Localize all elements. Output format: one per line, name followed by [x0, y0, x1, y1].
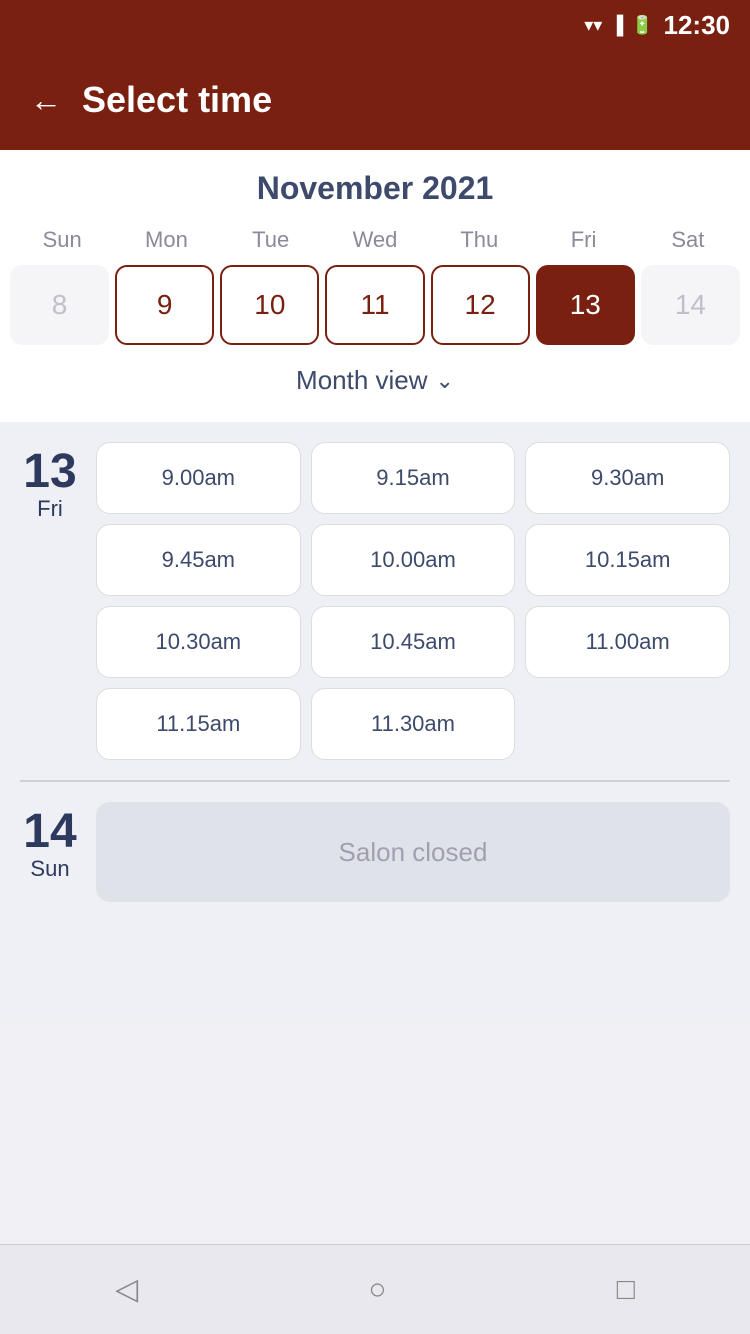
back-button[interactable]: ←: [30, 82, 62, 119]
day-14-name: Sun: [30, 856, 69, 882]
status-time: 12:30: [664, 10, 731, 41]
time-slot-1000[interactable]: 10.00am: [311, 524, 516, 596]
recent-nav-button[interactable]: □: [617, 1273, 635, 1307]
month-year-title: November 2021: [0, 170, 750, 207]
day-header-thu: Thu: [427, 223, 531, 257]
battery-icon: 🔋: [631, 15, 653, 36]
salon-closed-label: Salon closed: [339, 837, 488, 868]
day-header-sun: Sun: [10, 223, 114, 257]
home-nav-button[interactable]: ○: [368, 1273, 386, 1307]
day-cell-8[interactable]: 8: [10, 265, 109, 345]
day-headers: Sun Mon Tue Wed Thu Fri Sat: [0, 223, 750, 257]
day-13-label: 13 Fri: [20, 442, 80, 760]
day-13-name: Fri: [37, 496, 63, 522]
time-slot-900[interactable]: 9.00am: [96, 442, 301, 514]
time-slot-1115[interactable]: 11.15am: [96, 688, 301, 760]
day-cell-11[interactable]: 11: [325, 265, 424, 345]
status-icons: ▾▾ ▐ 🔋: [584, 15, 653, 36]
day-cell-14[interactable]: 14: [641, 265, 740, 345]
time-slot-1130[interactable]: 11.30am: [311, 688, 516, 760]
timeslots-section: 13 Fri 9.00am 9.15am 9.30am 9.45am 10.00…: [0, 422, 750, 1022]
month-view-label: Month view: [296, 365, 428, 396]
month-view-toggle[interactable]: Month view ⌄: [0, 353, 750, 412]
status-bar: ▾▾ ▐ 🔋 12:30: [0, 0, 750, 50]
day-13-number: 13: [23, 448, 76, 496]
page-title: Select time: [82, 79, 272, 121]
day-cell-12[interactable]: 12: [431, 265, 530, 345]
wifi-icon: ▾▾: [584, 15, 602, 36]
day-header-mon: Mon: [114, 223, 218, 257]
slots-grid-13: 9.00am 9.15am 9.30am 9.45am 10.00am 10.1…: [96, 442, 730, 760]
time-slot-1100[interactable]: 11.00am: [525, 606, 730, 678]
day-13-block: 13 Fri 9.00am 9.15am 9.30am 9.45am 10.00…: [20, 442, 730, 760]
calendar-section: November 2021 Sun Mon Tue Wed Thu Fri Sa…: [0, 150, 750, 422]
salon-closed-box: Salon closed: [96, 802, 730, 902]
day-header-fri: Fri: [531, 223, 635, 257]
chevron-down-icon: ⌄: [436, 368, 454, 394]
day-14-block: 14 Sun Salon closed: [20, 802, 730, 902]
time-slot-1030[interactable]: 10.30am: [96, 606, 301, 678]
back-nav-button[interactable]: ◁: [115, 1272, 138, 1307]
section-divider: [20, 780, 730, 782]
day-cell-10[interactable]: 10: [220, 265, 319, 345]
week-row: 8 9 10 11 12 13 14: [0, 265, 750, 345]
day-header-wed: Wed: [323, 223, 427, 257]
bottom-nav: ◁ ○ □: [0, 1244, 750, 1334]
day-cell-9[interactable]: 9: [115, 265, 214, 345]
day-cell-13[interactable]: 13: [536, 265, 635, 345]
signal-icon: ▐: [610, 15, 623, 36]
day-14-number: 14: [23, 808, 76, 856]
time-slot-915[interactable]: 9.15am: [311, 442, 516, 514]
day-header-tue: Tue: [219, 223, 323, 257]
day-14-label: 14 Sun: [20, 802, 80, 882]
time-slot-945[interactable]: 9.45am: [96, 524, 301, 596]
day-header-sat: Sat: [636, 223, 740, 257]
time-slot-1045[interactable]: 10.45am: [311, 606, 516, 678]
time-slot-1015[interactable]: 10.15am: [525, 524, 730, 596]
header: ← Select time: [0, 50, 750, 150]
time-slot-930[interactable]: 9.30am: [525, 442, 730, 514]
